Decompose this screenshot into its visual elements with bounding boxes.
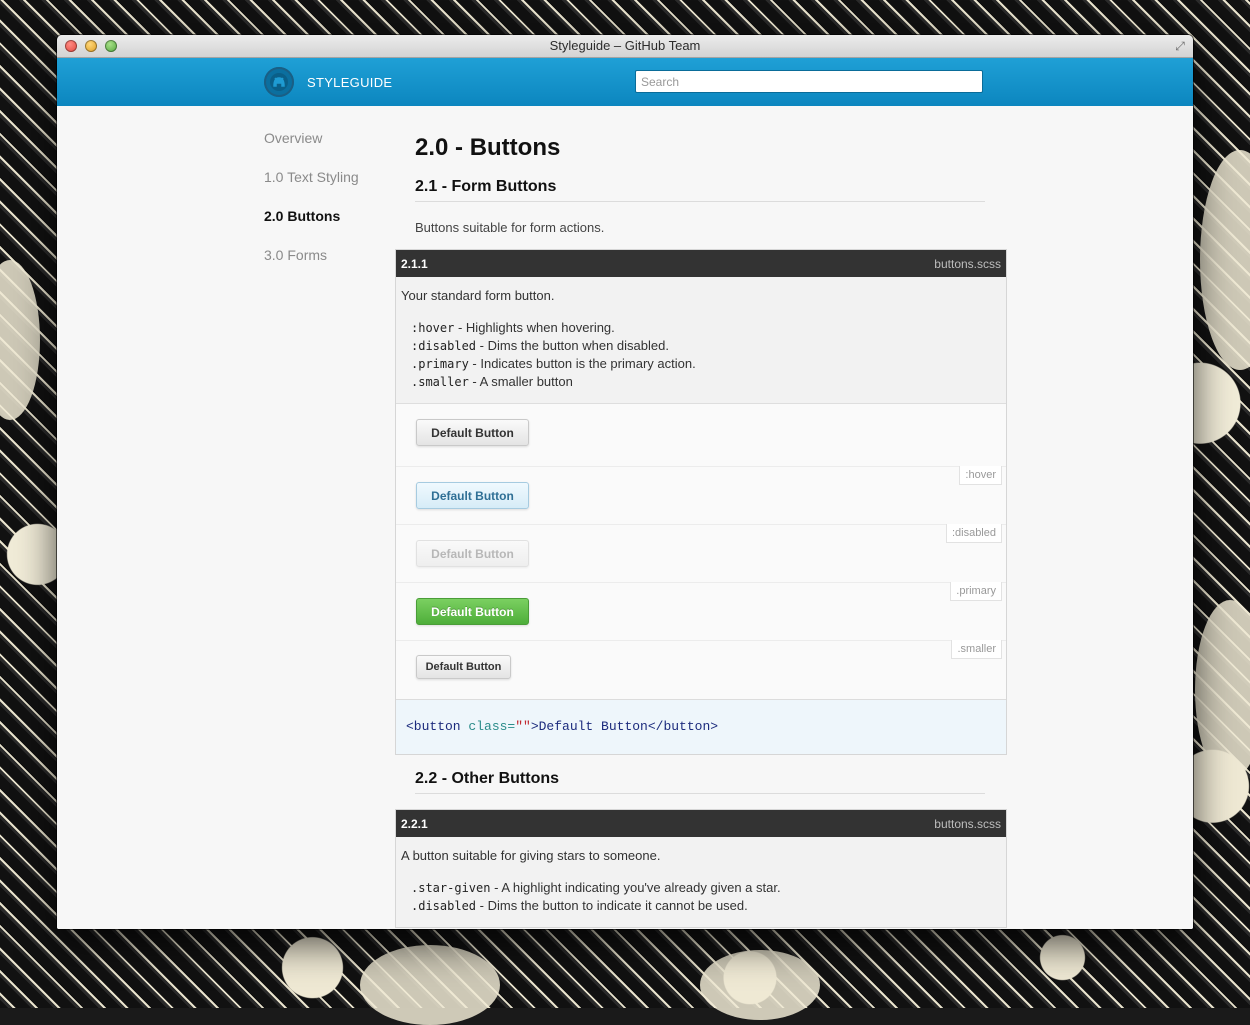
section-heading: 2.2 - Other Buttons [415, 770, 985, 794]
example-row: .primary Default Button [396, 582, 1006, 640]
code-snippet: <button class="">Default Button</button> [396, 699, 1006, 754]
hover-button[interactable]: Default Button [416, 482, 529, 509]
description-text: Your standard form button. [401, 288, 555, 303]
wallpaper-shape [360, 945, 500, 1025]
source-filename: buttons.scss [934, 817, 1001, 831]
section-2-2: 2.2 - Other Buttons [415, 770, 985, 794]
example-description: A button suitable for giving stars to so… [396, 837, 1006, 927]
example-description: Your standard form button. :hover - High… [396, 277, 1006, 404]
example-header: 2.1.1 buttons.scss [396, 250, 1006, 277]
sidebar-item-overview[interactable]: Overview [264, 130, 359, 169]
modifier-list: .star-given - A highlight indicating you… [411, 879, 1001, 915]
modifier-tag: :hover [959, 466, 1002, 485]
source-filename: buttons.scss [934, 257, 1001, 271]
page-title: 2.0 - Buttons [415, 134, 561, 161]
disabled-button[interactable]: Default Button [416, 540, 529, 567]
modifier-tag: .smaller [951, 640, 1002, 659]
default-button[interactable]: Default Button [416, 419, 529, 446]
sidebar-item-text-styling[interactable]: 1.0 Text Styling [264, 169, 359, 208]
code-attribute: class= [460, 719, 516, 734]
modifier-description: - A smaller button [468, 374, 573, 389]
code-attribute-value: "" [515, 719, 531, 734]
fullscreen-icon[interactable]: ⤢ [1173, 39, 1187, 53]
example-header: 2.2.1 buttons.scss [396, 810, 1006, 837]
modifier-description: - Highlights when hovering. [454, 320, 615, 335]
window-title: Styleguide – GitHub Team [549, 38, 701, 53]
sidebar-item-forms[interactable]: 3.0 Forms [264, 247, 359, 286]
search-input[interactable] [635, 70, 983, 93]
modifier-name: .star-given [411, 881, 491, 895]
app-header: STYLEGUIDE [57, 58, 1193, 107]
github-octocat-icon[interactable] [264, 67, 294, 97]
modifier-name: :disabled [411, 339, 477, 353]
modifier-description: - Dims the button to indicate it cannot … [476, 898, 748, 913]
example-block: 2.1.1 buttons.scss Your standard form bu… [395, 249, 1007, 755]
modifier-item: .primary - Indicates button is the prima… [411, 355, 1001, 373]
sidebar-nav: Overview 1.0 Text Styling 2.0 Buttons 3.… [264, 130, 359, 286]
modifier-item: .star-given - A highlight indicating you… [411, 879, 1001, 897]
smaller-button[interactable]: Default Button [416, 655, 511, 679]
modifier-item: .disabled - Dims the button to indicate … [411, 897, 1001, 915]
example-reference: 2.1.1 [401, 257, 428, 271]
browser-window: Styleguide – GitHub Team ⤢ STYLEGUIDE Ov… [57, 35, 1193, 929]
code-tag-open: <button [406, 719, 461, 734]
example-row: :disabled Default Button [396, 524, 1006, 582]
example-row: :hover Default Button [396, 466, 1006, 524]
example-reference: 2.2.1 [401, 817, 428, 831]
modifier-tag: .primary [950, 582, 1002, 601]
modifier-item: :disabled - Dims the button when disable… [411, 337, 1001, 355]
window-titlebar: Styleguide – GitHub Team ⤢ [57, 35, 1193, 58]
code-tag-close: >Default Button</button> [530, 719, 719, 734]
brand-title[interactable]: STYLEGUIDE [307, 75, 392, 90]
modifier-name: :hover [411, 321, 455, 335]
modifier-description: - Indicates button is the primary action… [468, 356, 696, 371]
page-content: Overview 1.0 Text Styling 2.0 Buttons 3.… [57, 106, 1193, 929]
example-row: Default Button [396, 404, 1006, 466]
modifier-name: .smaller [411, 375, 469, 389]
modifier-name: .disabled [411, 899, 477, 913]
modifier-name: .primary [411, 357, 469, 371]
modifier-description: - A highlight indicating you've already … [490, 880, 781, 895]
modifier-tag: :disabled [945, 524, 1002, 543]
example-block: 2.2.1 buttons.scss A button suitable for… [395, 809, 1007, 928]
description-text: A button suitable for giving stars to so… [401, 848, 661, 863]
example-rows: Default Button :hover Default Button :di… [396, 404, 1006, 699]
example-row: .smaller Default Button [396, 640, 1006, 699]
main-content: 2.0 - Buttons 2.1 - Form Buttons Buttons… [415, 134, 985, 235]
primary-button[interactable]: Default Button [416, 598, 529, 625]
modifier-list: :hover - Highlights when hovering. :disa… [411, 319, 1001, 391]
modifier-description: - Dims the button when disabled. [476, 338, 669, 353]
modifier-item: .smaller - A smaller button [411, 373, 1001, 391]
wallpaper-shape [700, 950, 820, 1020]
section-lead: Buttons suitable for form actions. [415, 220, 605, 235]
sidebar-item-buttons[interactable]: 2.0 Buttons [264, 208, 359, 247]
section-heading: 2.1 - Form Buttons [415, 178, 985, 202]
modifier-item: :hover - Highlights when hovering. [411, 319, 1001, 337]
